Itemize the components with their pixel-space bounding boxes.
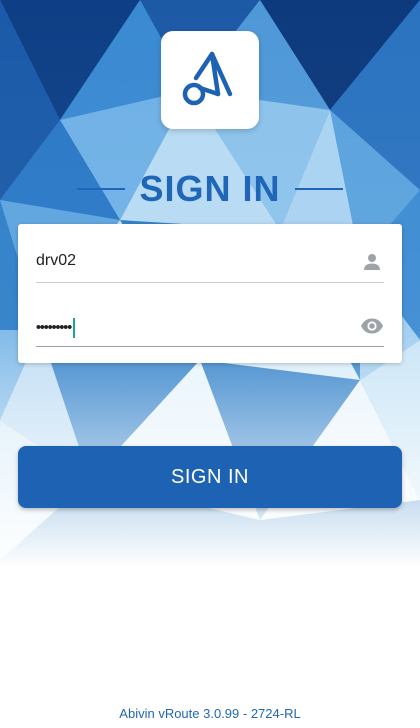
- password-field[interactable]: •••••••••: [36, 306, 384, 347]
- version-label: Abivin vRoute 3.0.99 - 2724-RL: [119, 706, 301, 721]
- password-masked-value: •••••••••: [36, 318, 72, 335]
- username-input[interactable]: drv02: [36, 252, 76, 270]
- text-caret: [73, 318, 76, 338]
- login-form: drv02 •••••••••: [18, 224, 402, 363]
- sign-in-button[interactable]: SIGN IN: [18, 446, 402, 508]
- username-field[interactable]: drv02: [36, 242, 384, 283]
- abivin-logo-icon: [182, 51, 233, 106]
- app-logo: [161, 31, 259, 129]
- heading-divider-left: [77, 188, 126, 190]
- password-input[interactable]: •••••••••: [36, 318, 76, 338]
- user-icon: [364, 254, 380, 270]
- eye-icon[interactable]: [360, 314, 384, 338]
- page-title: SIGN IN: [139, 168, 281, 209]
- sign-in-heading: SIGN IN: [0, 166, 420, 212]
- heading-divider-right: [294, 188, 343, 190]
